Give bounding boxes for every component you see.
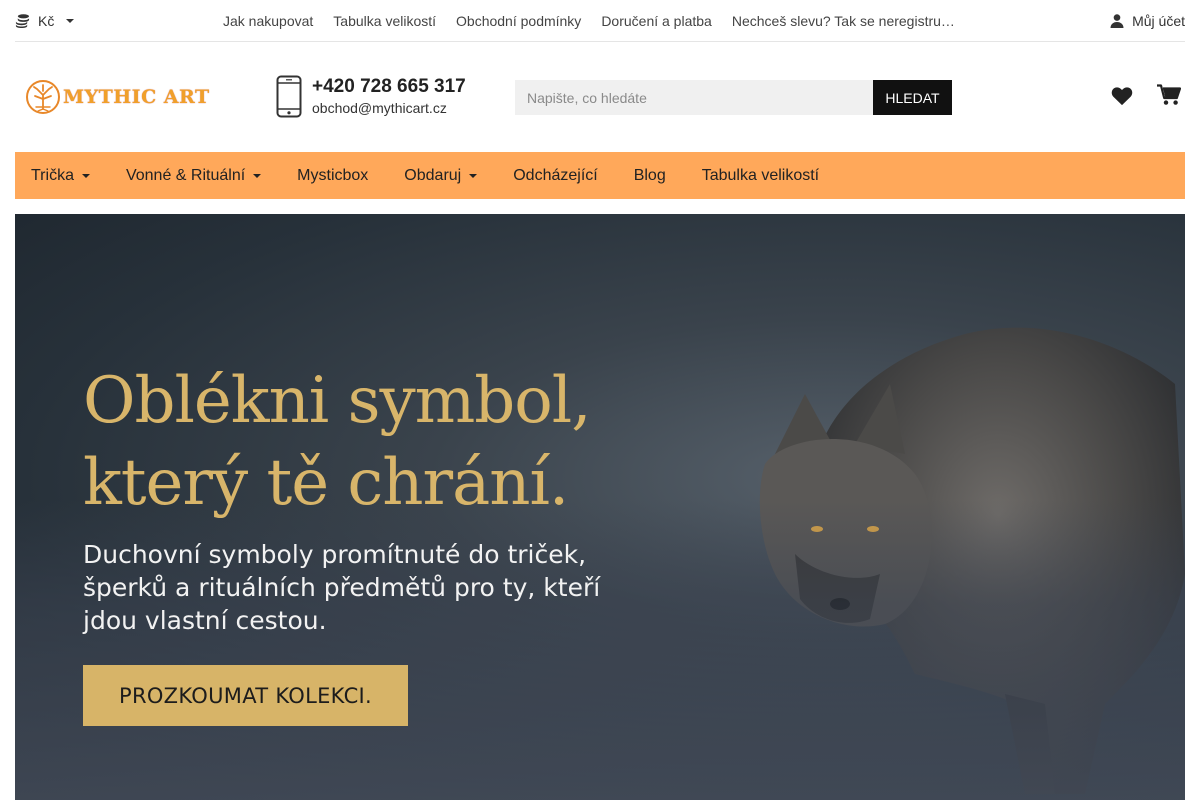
- nav-item-tabulka-velikosti[interactable]: Tabulka velikostí: [702, 167, 819, 185]
- nav-item-vonne-ritualni[interactable]: Vonné & Rituální: [125, 166, 262, 185]
- heart-icon[interactable]: [1111, 86, 1133, 106]
- search-bar: HLEDAT: [515, 80, 952, 115]
- hero-subtitle: Duchovní symboly promítnuté do triček, š…: [83, 538, 600, 637]
- hero-subtitle-line-2: šperků a rituálních předmětů pro ty, kte…: [83, 573, 601, 602]
- chevron-down-icon: [66, 18, 75, 23]
- explore-collection-button[interactable]: PROZKOUMAT KOLEKCI.: [83, 665, 408, 726]
- account-link[interactable]: Můj účet: [1110, 0, 1185, 41]
- search-input[interactable]: [515, 80, 873, 115]
- chevron-down-icon: [253, 173, 262, 178]
- main-nav: Trička Vonné & Rituální Mysticbox Obdaru…: [15, 152, 1185, 199]
- nav-item-label: Vonné & Rituální: [125, 166, 246, 184]
- user-icon: [1110, 13, 1124, 28]
- logo[interactable]: MYTHIC ART: [25, 79, 210, 115]
- nav-item-odchazejici[interactable]: Odcházející: [513, 167, 597, 185]
- nav-item-label: Tabulka velikostí: [701, 166, 820, 184]
- logo-text: MYTHIC ART: [63, 86, 210, 108]
- nav-item-mysticbox[interactable]: Mysticbox: [297, 167, 368, 185]
- hero-headline-line-1: Oblékni symbol,: [83, 364, 592, 438]
- hero-headline: Oblékni symbol, který tě chrání.: [83, 360, 592, 524]
- toplink-doruceni-a-platba[interactable]: Doručení a platba: [601, 13, 712, 29]
- cart-icon[interactable]: [1157, 84, 1181, 106]
- top-links: Jak nakupovat Tabulka velikostí Obchodní…: [213, 0, 968, 41]
- currency-selector[interactable]: Kč: [15, 12, 75, 29]
- phone-icon: [276, 75, 302, 118]
- hero-headline-line-2: který tě chrání.: [83, 446, 569, 520]
- hero-subtitle-line-3: jdou vlastní cestou.: [83, 606, 327, 635]
- logo-tree-icon: [26, 80, 60, 114]
- toplink-jak-nakupovat[interactable]: Jak nakupovat: [223, 13, 313, 29]
- toplink-tabulka-velikosti[interactable]: Tabulka velikostí: [333, 13, 436, 29]
- contact-email[interactable]: obchod@mythicart.cz: [312, 100, 447, 116]
- nav-item-blog[interactable]: Blog: [634, 167, 666, 185]
- toplink-registrace[interactable]: Nechceš slevu? Tak se neregistruj…: [732, 13, 958, 29]
- nav-item-label: Mysticbox: [297, 166, 369, 184]
- account-label: Můj účet: [1132, 12, 1185, 29]
- hero-banner[interactable]: Oblékni symbol, který tě chrání. Duchovn…: [15, 214, 1185, 800]
- search-button[interactable]: HLEDAT: [873, 80, 952, 115]
- chevron-down-icon: [81, 173, 90, 178]
- nav-item-obdaruj[interactable]: Obdaruj: [404, 166, 478, 185]
- nav-item-tricka[interactable]: Trička: [31, 167, 90, 185]
- toplink-obchodni-podminky[interactable]: Obchodní podmínky: [456, 13, 581, 29]
- currency-label: Kč: [38, 12, 55, 29]
- nav-item-label: Odcházející: [513, 166, 598, 184]
- nav-item-label: Trička: [31, 166, 74, 184]
- chevron-down-icon: [469, 173, 478, 178]
- top-bar: Kč Jak nakupovat Tabulka velikostí Obcho…: [15, 0, 1185, 42]
- nav-item-label: Obdaruj: [404, 166, 462, 184]
- nav-item-label: Blog: [633, 166, 666, 184]
- hero-subtitle-line-1: Duchovní symboly promítnuté do triček,: [83, 540, 587, 569]
- coins-icon: [15, 14, 30, 28]
- phone-number[interactable]: +420 728 665 317: [312, 76, 466, 98]
